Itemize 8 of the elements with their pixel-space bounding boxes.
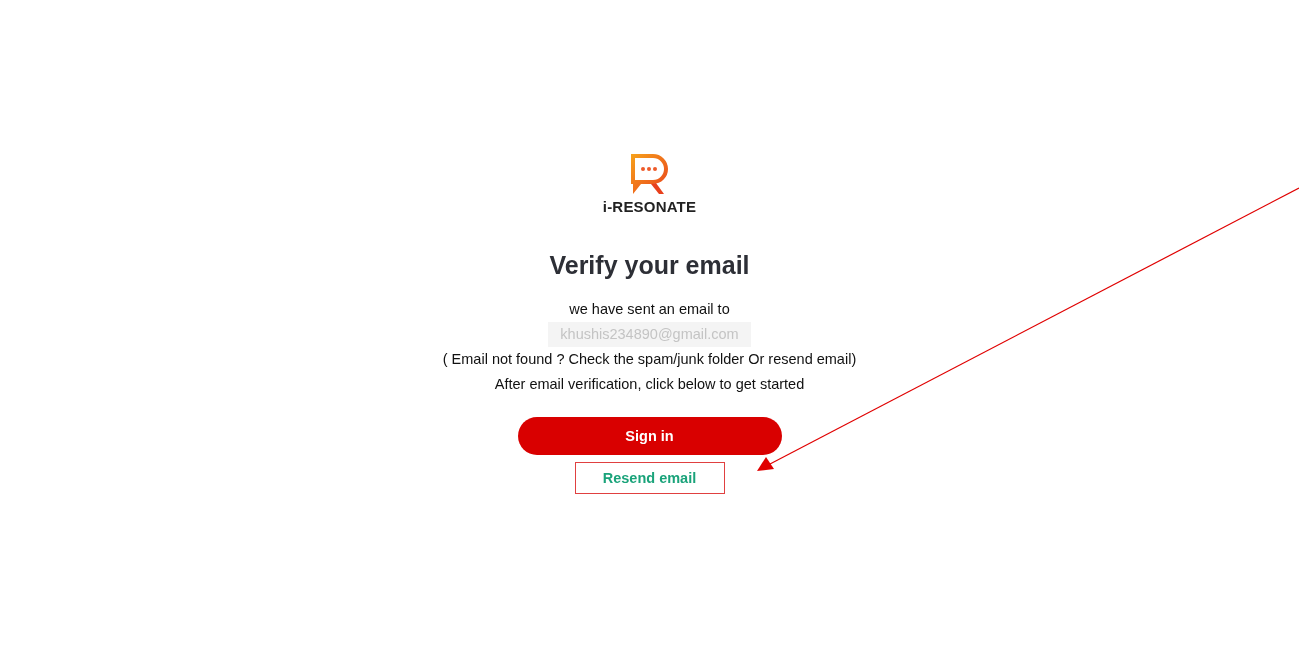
- message-text: we have sent an email to: [569, 300, 730, 319]
- brand-name: i-RESONATE: [602, 198, 697, 215]
- page-heading: Verify your email: [549, 251, 750, 280]
- instruction-text: After email verification, click below to get started: [494, 375, 805, 394]
- sign-in-button[interactable]: Sign in: [517, 417, 782, 455]
- logo-icon: [628, 152, 671, 196]
- hint-text: ( Email not found ? Check the spam/junk folder Or resend email): [442, 350, 857, 369]
- resend-email-button[interactable]: Resend email: [574, 462, 725, 494]
